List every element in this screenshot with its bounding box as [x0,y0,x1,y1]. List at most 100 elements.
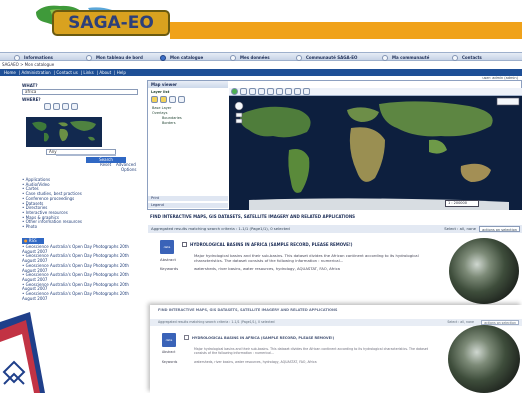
actions-dropdown[interactable]: actions on selection [479,226,520,232]
sub-navigation: Home | Administration | Contact us | Links |… [0,69,522,76]
layer-node[interactable]: Overlays [152,111,167,115]
dup-result-title[interactable]: HYDROLOGICAL BASINS IN AFRICA (SAMPLE RE… [192,336,334,340]
abstract-text: Major hydrological basins and their sub-… [194,253,419,263]
result-checkbox[interactable] [182,242,187,247]
select-all-none[interactable]: Select : all, none [444,225,476,233]
layer-toolbar [151,96,187,104]
header-stripe [170,22,522,39]
subnav-about[interactable]: About [99,70,111,75]
fullextent-icon[interactable] [240,88,247,95]
dup-abstract-label: Abstract [162,350,176,354]
pan-icon[interactable] [276,88,283,95]
main-nav: Informations Mon tableau de bord Mon cat… [0,52,522,61]
rss-icon: ● [24,238,28,243]
zoom-in-icon[interactable] [249,88,256,95]
nav-item-catalogue[interactable]: Mon catalogue [160,54,203,61]
nav-bullet-icon [452,54,458,61]
zoom-out-icon[interactable] [258,88,265,95]
result-record: data [160,240,174,254]
dup-results-count: Aggregated results matching search crite… [158,320,275,324]
where-label: WHERE? [22,97,41,102]
dup-globe-thumbnail[interactable] [448,325,520,393]
nav-bullet-icon [296,54,302,61]
slider-track[interactable] [56,154,116,156]
dup-abstract-text: Major hydrological basins and their sub-… [194,347,429,355]
subnav-administration[interactable]: Administration [21,70,50,75]
globe-thumbnail[interactable] [449,238,519,304]
subnav-help[interactable]: Help [117,70,126,75]
select-area-icon[interactable] [71,103,78,110]
zoom-out-icon[interactable] [62,103,69,110]
dup-keywords-label: Keywords [162,360,178,364]
nav-item-informations[interactable]: Informations [14,54,53,61]
pan-control-icon [234,101,244,111]
folder-icon[interactable] [151,96,158,103]
dup-result-title-row: HYDROLOGICAL BASINS IN AFRICA (SAMPLE RE… [184,335,334,340]
keywords-text: watersheds, river basins, water resource… [194,266,340,271]
map-viewer-title: Map viewer [148,81,228,88]
dup-select-all-none[interactable]: Select : all, none [447,319,474,326]
layer-list-label: Layer list [151,90,170,94]
world-map[interactable] [229,96,522,210]
map-toolbar [229,88,522,96]
subnav-home[interactable]: Home [4,70,16,75]
nav-item-data[interactable]: Mes données [230,54,270,61]
results-count: Aggregated results matching search crite… [151,226,290,231]
nav-bullet-icon [14,54,20,61]
globe-icon[interactable] [231,88,238,95]
search-button[interactable]: Search [86,157,126,163]
layer-node[interactable]: Borders [162,121,176,125]
layer-props-icon[interactable] [178,96,185,103]
dup-results-bar: Aggregated results matching search crite… [150,319,522,326]
legend-panel-toggle[interactable]: Legend [148,203,228,208]
scale-display: 1 : 200000 [445,200,479,207]
subnav-contact[interactable]: Contact us [56,70,77,75]
measure-icon[interactable] [294,88,301,95]
keywords-label: Keywords [160,266,179,271]
print-panel-toggle[interactable]: Print [148,196,228,201]
nav-item-community[interactable]: Communauté SAGA-EO [296,54,357,61]
rss-item[interactable]: Geoscience Australia's Open Day Photogra… [22,291,138,301]
remove-layer-icon[interactable] [169,96,176,103]
result-thumbnail[interactable]: data [160,240,174,254]
info-icon[interactable] [285,88,292,95]
what-input[interactable]: africa [22,89,138,95]
layer-tree: Layer list Base Layer Overlays Boundarie… [148,88,228,188]
result-title-row: HYDROLOGICAL BASINS IN AFRICA (SAMPLE RE… [182,242,353,247]
category-item[interactable]: Photo [22,224,82,230]
decorative-ribbon [0,312,45,393]
what-label: WHAT? [22,83,38,88]
nav-bullet-icon [86,54,92,61]
map-tools [44,103,80,112]
add-layer-icon[interactable] [160,96,167,103]
nav-bullet-icon [382,54,388,61]
dup-keywords-text: watersheds, river basins, water resource… [194,360,317,364]
saga-eo-logo: SAGA-EO [52,10,170,36]
subnav-links[interactable]: Links [83,70,93,75]
nav-item-contacts[interactable]: Contacts [452,54,482,61]
results-heading: FIND INTERACTIVE MAPS, GIS DATASETS, SAT… [150,214,356,219]
map-tool-group [231,88,312,95]
layer-node[interactable]: Boundaries [162,116,182,120]
nav-bullet-icon [230,54,236,61]
mini-world-map[interactable] [26,117,102,147]
print-icon[interactable] [303,88,310,95]
breadcrumb[interactable]: SAGAEO > Mon catalogue [2,62,54,67]
options-link[interactable]: Options [121,167,136,172]
dup-result-checkbox[interactable] [184,335,189,340]
abstract-label: Abstract [160,257,176,262]
results-summary-bar: Aggregated results matching search crite… [148,225,522,233]
dup-result-thumbnail[interactable]: data [162,333,176,347]
nav-item-my-community[interactable]: Ma communauté [382,54,429,61]
zoombox-icon[interactable] [267,88,274,95]
nav-item-dashboard[interactable]: Mon tableau de bord [86,54,143,61]
results-duplicate-panel: FIND INTERACTIVE MAPS, GIS DATASETS, SAT… [150,305,522,393]
category-list: Applications Audio/Video Cartes Case stu… [22,177,82,230]
nav-bullet-icon [160,54,166,61]
zoom-in-icon[interactable] [53,103,60,110]
dup-results-heading: FIND INTERACTIVE MAPS, GIS DATASETS, SAT… [158,308,338,312]
rss-list: Geoscience Australia's Open Day Photogra… [22,244,138,301]
result-title[interactable]: HYDROLOGICAL BASINS IN AFRICA (SAMPLE RE… [190,242,353,247]
layer-node[interactable]: Base Layer [152,106,171,110]
pan-icon[interactable] [44,103,51,110]
